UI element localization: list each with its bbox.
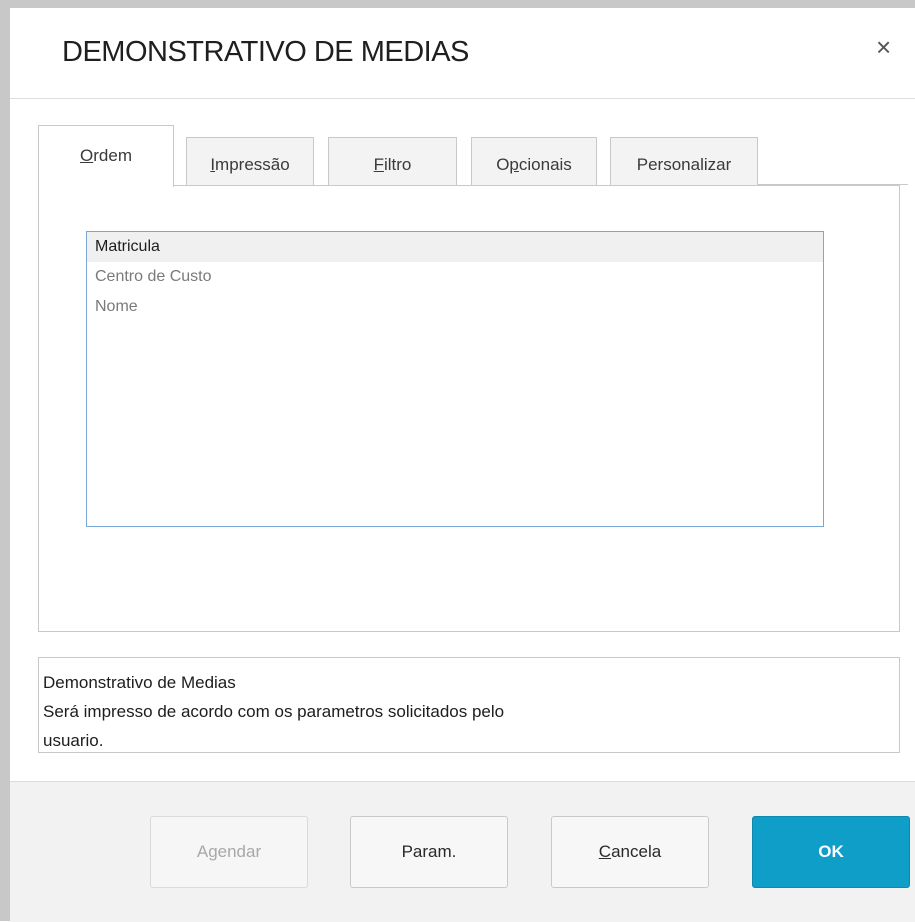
description-box: Demonstrativo de Medias Será impresso de…: [38, 657, 900, 753]
tab-impressao[interactable]: Impressão: [186, 137, 314, 185]
window-frame-top: [0, 0, 915, 8]
params-button[interactable]: Param.: [350, 816, 508, 888]
list-item[interactable]: Nome: [87, 292, 823, 322]
tab-opcionais[interactable]: Opcionais: [471, 137, 597, 185]
tab-filtro[interactable]: Filtro: [328, 137, 457, 185]
tab-impressao-label: Impressão: [210, 155, 290, 174]
dialog: DEMONSTRATIVO DE MEDIAS × Ordem Impressã…: [10, 8, 915, 922]
tab-personalizar[interactable]: Personalizar: [610, 137, 758, 185]
button-bar: Agendar Param. Cancela OK: [10, 781, 915, 922]
description-line: Será impresso de acordo com os parametro…: [43, 702, 505, 721]
ok-button[interactable]: OK: [752, 816, 910, 888]
tab-ordem[interactable]: Ordem: [38, 125, 174, 187]
dialog-title: DEMONSTRATIVO DE MEDIAS: [62, 36, 469, 68]
list-item[interactable]: Centro de Custo: [87, 262, 823, 292]
list-item[interactable]: Matricula: [87, 232, 823, 262]
order-listbox[interactable]: Matricula Centro de Custo Nome: [86, 231, 824, 527]
tab-ordem-label: Ordem: [80, 146, 132, 165]
tab-opcionais-label: Opcionais: [496, 155, 572, 174]
title-divider: [10, 98, 915, 99]
close-icon[interactable]: ×: [876, 34, 891, 60]
description-line: Demonstrativo de Medias: [43, 673, 236, 692]
tab-panel-ordem: Matricula Centro de Custo Nome: [38, 185, 900, 632]
tab-personalizar-label: Personalizar: [636, 155, 732, 174]
cancel-button[interactable]: Cancela: [551, 816, 709, 888]
window-frame-left: [0, 0, 10, 921]
description-line: usuario.: [43, 731, 104, 750]
schedule-button[interactable]: Agendar: [150, 816, 308, 888]
tab-filtro-label: Filtro: [373, 155, 412, 174]
